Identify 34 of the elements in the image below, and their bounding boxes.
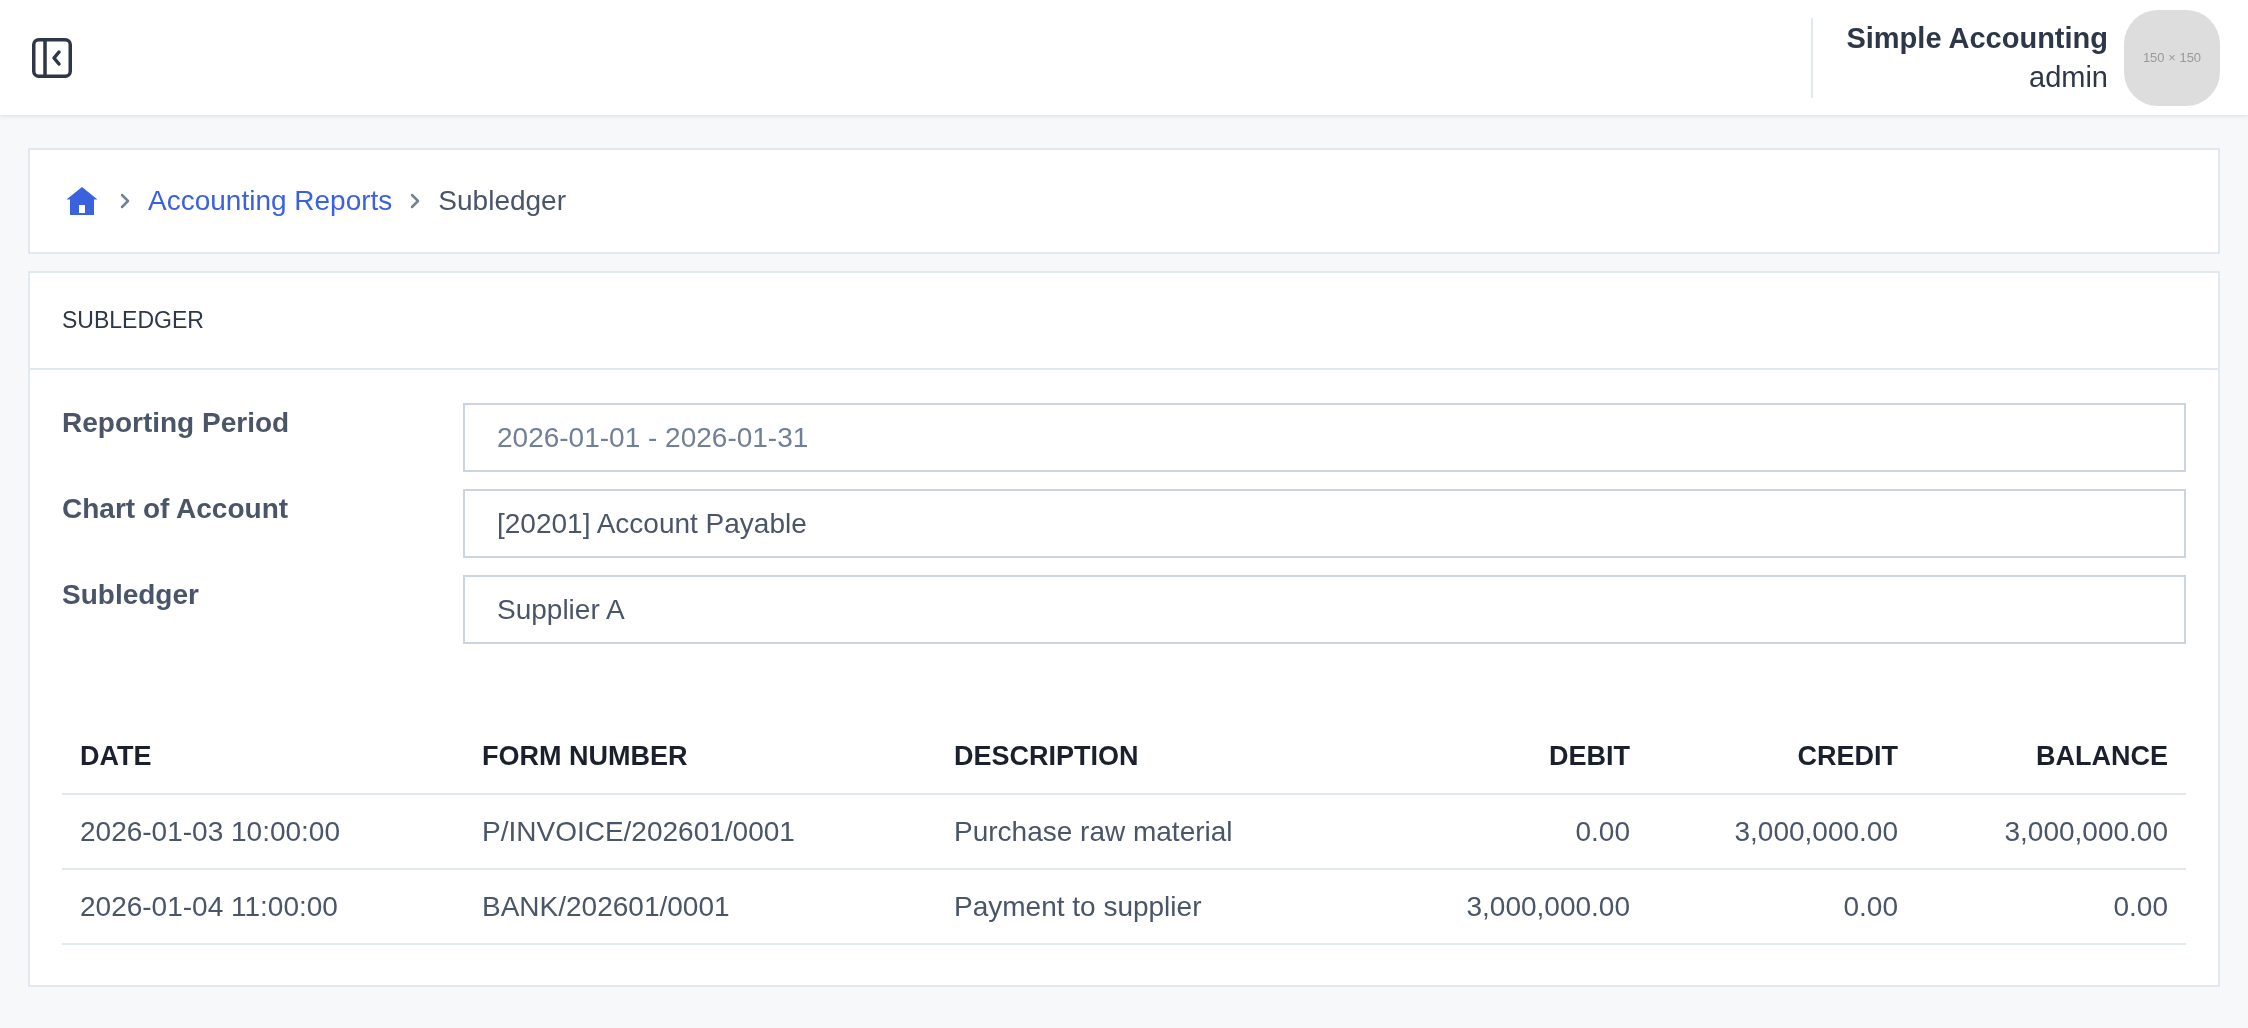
table-cell: 2026-01-03 10:00:00 [62,794,464,869]
column-header: CREDIT [1648,719,1916,794]
image-size-label: 150 × 150 [2142,48,2202,67]
column-header: DATE [62,719,464,794]
table-cell: 0.00 [1648,869,1916,944]
chevron-right-icon [120,193,130,209]
sidebar-toggle-icon[interactable] [32,37,72,78]
table-cell: 3,000,000.00 [1386,869,1648,944]
card-title: SUBLEDGER [62,306,204,336]
table-cell: 2026-01-04 11:00:00 [62,869,464,944]
breadcrumb-link[interactable]: Accounting Reports [148,180,393,222]
table-cell: 0.00 [1386,794,1648,869]
user-name: admin [2029,59,2108,95]
field-label: Chart of Account [62,492,290,526]
chevron-right-icon [410,193,421,209]
home-icon[interactable] [66,186,98,216]
breadcrumb-current: Subledger [438,184,566,218]
column-header: DESCRIPTION [936,719,1386,794]
input-field[interactable]: Supplier A [463,575,2186,644]
field-label: Reporting Period [62,406,291,440]
field-label: Subledger [62,578,200,612]
column-header: FORM NUMBER [464,719,936,794]
app-name: Simple Accounting [1846,20,2108,56]
table-cell: Purchase raw material [936,794,1386,869]
input-field[interactable]: 2026-01-01 - 2026-01-31 [463,403,2186,472]
table-cell: 3,000,000.00 [1916,794,2186,869]
input-field[interactable]: [20201] Account Payable [463,489,2186,558]
table-cell: 3,000,000.00 [1648,794,1916,869]
table-cell: Payment to supplier [936,869,1386,944]
column-header: DEBIT [1386,719,1648,794]
table-cell: BANK/202601/0001 [464,869,936,944]
column-header: BALANCE [1916,719,2186,794]
table-cell: P/INVOICE/202601/0001 [464,794,936,869]
table-cell: 0.00 [1916,869,2186,944]
